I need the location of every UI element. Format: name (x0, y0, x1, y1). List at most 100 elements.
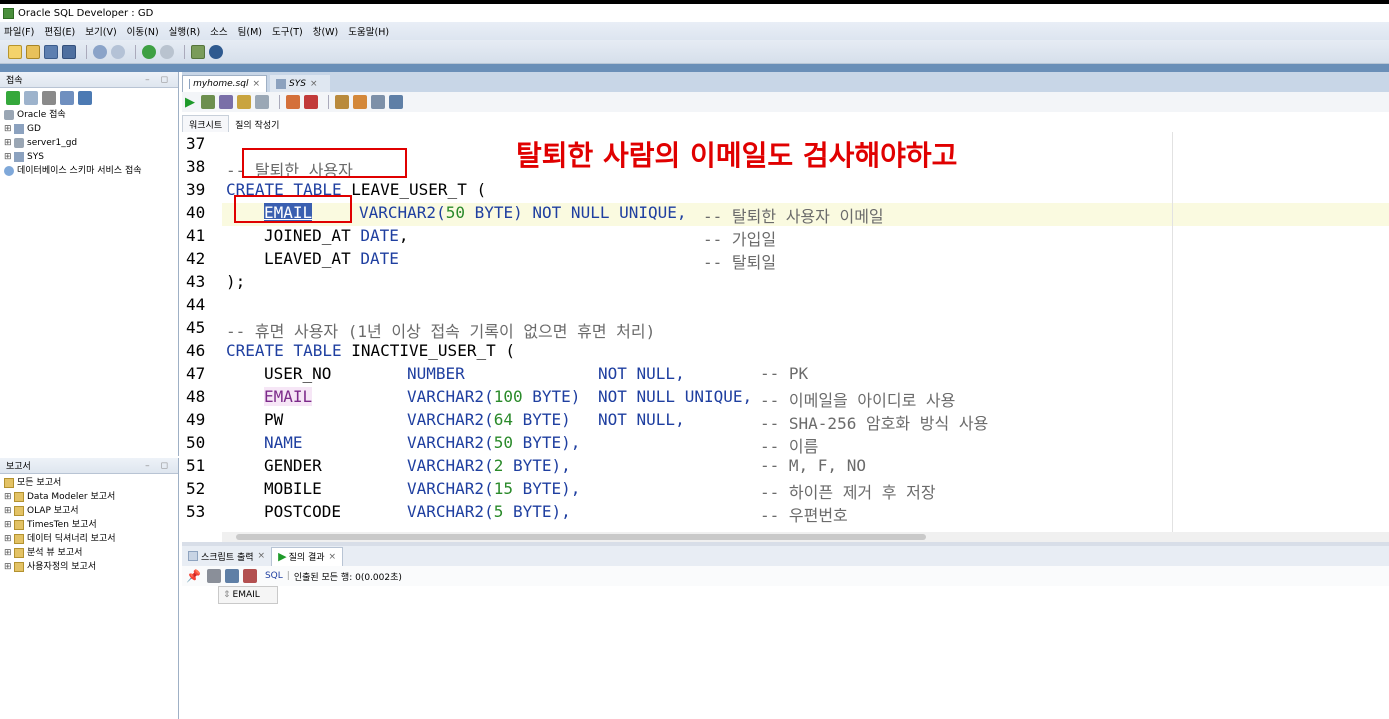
expand-icon[interactable]: ⊞ (4, 532, 13, 546)
run-script-icon[interactable] (201, 95, 215, 109)
tree-item-olap[interactable]: ⊞ OLAP 보고서 (4, 504, 178, 518)
code-number: 64 (493, 410, 513, 429)
sql-link[interactable]: SQL (265, 571, 283, 581)
run-statement-icon[interactable]: ▶ (185, 95, 195, 110)
tree-item-sys[interactable]: ⊞ SYS (4, 150, 178, 164)
close-icon[interactable]: × (252, 79, 260, 89)
sql-history-icon[interactable] (335, 95, 349, 109)
tab-query-result[interactable]: ▶ 질의 결과 × (271, 546, 344, 566)
menu-team[interactable]: 팀(M) (238, 24, 262, 38)
tree-item-label: 분석 뷰 보고서 (27, 548, 83, 558)
tab-script-output[interactable]: 스크립트 출력 × (182, 547, 271, 565)
tree-item-cloud-schema[interactable]: 데이터베이스 스키마 서비스 접속 (4, 164, 178, 178)
panel-controls-icon[interactable]: – ◻ (145, 461, 172, 471)
clear-icon[interactable] (353, 95, 367, 109)
expand-icon[interactable]: ⊞ (4, 150, 13, 164)
tree-item-gd[interactable]: ⊞ GD (4, 122, 178, 136)
expand-icon[interactable]: ⊞ (4, 518, 13, 532)
redo-icon[interactable] (111, 44, 125, 59)
line-number: 45 (186, 318, 206, 337)
explain-plan-icon[interactable] (255, 95, 269, 109)
line-number: 49 (186, 410, 206, 429)
new-icon[interactable] (8, 44, 22, 59)
export-icon[interactable] (224, 569, 239, 583)
expand-icon[interactable]: ⊞ (4, 504, 13, 518)
panel-controls-icon[interactable]: – ◻ (145, 75, 172, 85)
format-icon[interactable] (371, 95, 385, 109)
expand-icon[interactable]: ⊞ (4, 490, 13, 504)
autotrace-icon[interactable] (286, 95, 300, 109)
close-icon[interactable]: × (310, 79, 318, 89)
tab-sys[interactable]: SYS × (270, 75, 330, 92)
code-identifier: LEAVE_USER_T ( (341, 180, 487, 199)
tab-worksheet[interactable]: 워크시트 (182, 115, 230, 132)
tree-item-data-modeler[interactable]: ⊞ Data Modeler 보고서 (4, 490, 178, 504)
print-icon[interactable] (206, 569, 221, 583)
line-number: 51 (186, 456, 206, 475)
expand-icon[interactable]: ⊞ (4, 122, 13, 136)
code-comment: -- 탈퇴일 (703, 253, 777, 272)
close-icon[interactable]: × (329, 552, 337, 562)
code-punct: , (398, 226, 409, 245)
menu-source[interactable]: 소스 (210, 24, 227, 38)
horizontal-scrollbar[interactable] (222, 532, 1389, 542)
code-comment: -- PK (760, 364, 809, 383)
menu-navigate[interactable]: 이동(N) (127, 24, 159, 38)
binoculars-icon[interactable] (209, 44, 223, 59)
column-header-email[interactable]: ⇕ EMAIL (218, 586, 278, 604)
sql-tuning-icon[interactable] (304, 95, 318, 109)
menu-file[interactable]: 파일(F) (4, 24, 34, 38)
menu-help[interactable]: 도움말(H) (348, 24, 389, 38)
expand-icon[interactable]: ⊞ (4, 546, 13, 560)
tree-item-label: GD (27, 124, 41, 134)
code-keyword: VARCHAR2( (359, 203, 446, 222)
forward-icon[interactable] (160, 44, 174, 59)
schema-browser-icon[interactable] (60, 91, 74, 105)
result-grid[interactable] (182, 604, 1389, 719)
tree-item-all-reports[interactable]: 모든 보고서 (4, 476, 178, 490)
tree-item-server1-gd[interactable]: ⊞ server1_gd (4, 136, 178, 150)
code-comment: -- M, F, NO (760, 456, 866, 475)
filter-icon[interactable] (42, 91, 56, 105)
menu-window[interactable]: 창(W) (313, 24, 339, 38)
save-all-icon[interactable] (62, 44, 76, 59)
rollback-icon[interactable] (237, 95, 251, 109)
open-folder-icon[interactable] (26, 44, 40, 59)
tree-item-oracle-connections[interactable]: Oracle 접속 (4, 108, 178, 122)
connections-icon[interactable] (78, 91, 92, 105)
line-number: 53 (186, 502, 206, 521)
tree-item-data-dictionary[interactable]: ⊞ 데이터 딕셔너리 보고서 (4, 532, 178, 546)
unshared-sql-icon[interactable] (389, 95, 403, 109)
menu-run[interactable]: 실행(R) (169, 24, 201, 38)
refresh-icon[interactable] (242, 569, 257, 583)
code-keyword: BYTE) NOT NULL UNIQUE, (464, 203, 687, 222)
menu-view[interactable]: 보기(V) (85, 24, 116, 38)
refresh-icon[interactable] (24, 91, 38, 105)
back-icon[interactable] (142, 44, 156, 59)
add-connection-icon[interactable] (6, 91, 20, 105)
expand-icon[interactable]: ⊞ (4, 136, 13, 150)
code-comment: -- 휴면 사용자 (1년 이상 접속 기록이 없으면 휴면 처리) (226, 322, 656, 341)
menu-edit[interactable]: 편집(E) (44, 24, 75, 38)
pin-icon[interactable]: 📌 (186, 569, 201, 583)
sql-editor[interactable]: 37 38 39 40 41 42 43 44 45 46 47 48 49 5… (182, 132, 1389, 532)
close-icon[interactable]: × (258, 551, 266, 561)
undo-icon[interactable] (93, 44, 107, 59)
menu-tools[interactable]: 도구(T) (272, 24, 303, 38)
code-number: 5 (493, 502, 504, 521)
code-keyword: CREATE TABLE (226, 341, 342, 360)
scrollbar-thumb[interactable] (236, 534, 926, 540)
right-margin-line (1172, 132, 1173, 532)
tree-item-analytic-view[interactable]: ⊞ 분석 뷰 보고서 (4, 546, 178, 560)
save-icon[interactable] (44, 44, 58, 59)
expand-icon[interactable]: ⊞ (4, 560, 13, 574)
tree-item-user-defined[interactable]: ⊞ 사용자정의 보고서 (4, 560, 178, 574)
tab-myhome-sql[interactable]: myhome.sql × (182, 75, 267, 92)
toolbar-separator (184, 44, 185, 59)
tree-item-timesten[interactable]: ⊞ TimesTen 보고서 (4, 518, 178, 532)
commit-icon[interactable] (219, 95, 233, 109)
line-number: 41 (186, 226, 206, 245)
migrate-icon[interactable] (191, 44, 205, 59)
toolbar-separator (135, 44, 136, 59)
tab-query-builder[interactable]: 질의 작성기 (229, 116, 285, 132)
